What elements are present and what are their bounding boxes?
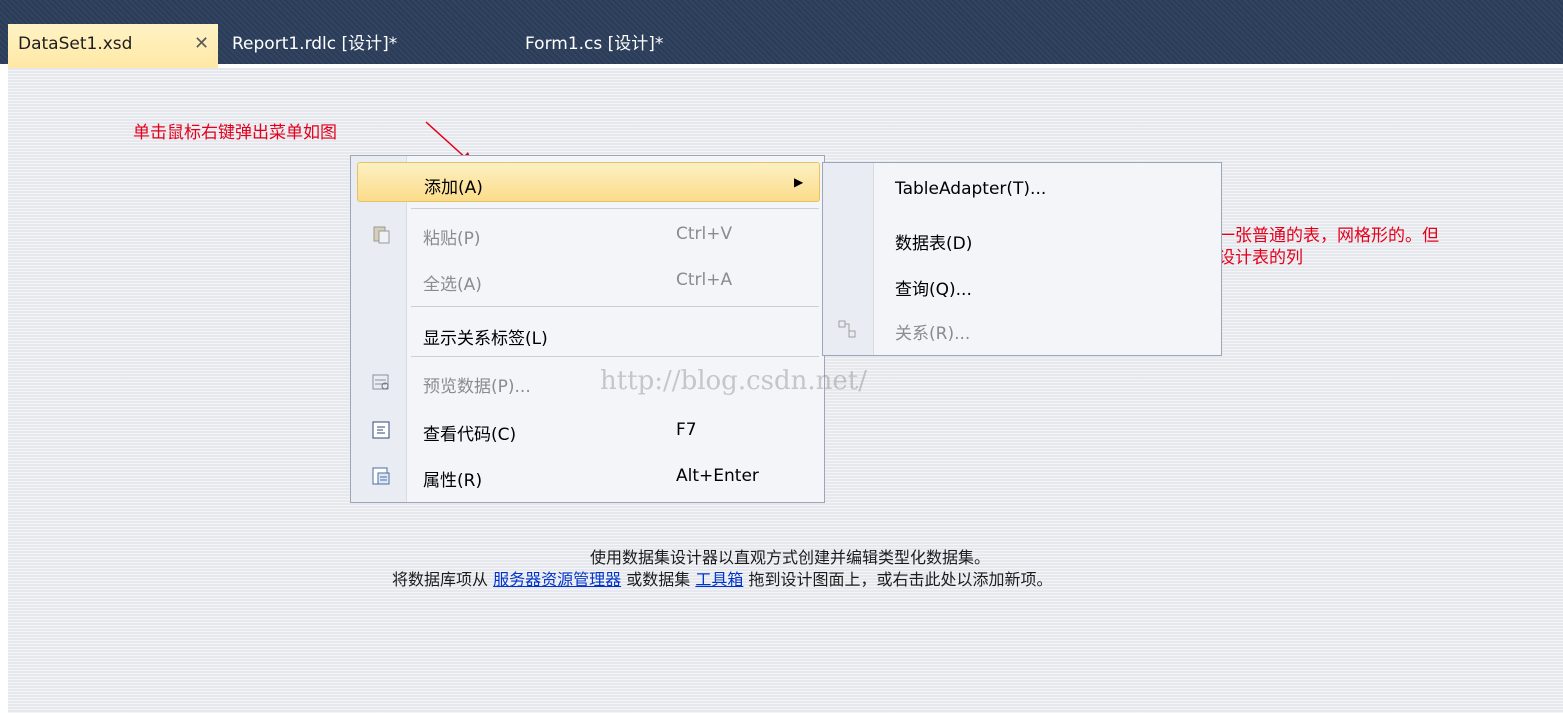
hint-suffix: 拖到设计图面上，或右击此处以添加新项。 [748,570,1053,589]
submenu-item-label: 查询(Q)... [895,280,972,300]
tab-dataset1-xsd[interactable]: DataSet1.xsd ✕ [8,24,218,68]
menu-item-label: 粘贴(P) [423,229,481,249]
paste-icon [371,224,391,244]
menu-item-label: 查看代码(C) [423,425,517,445]
submenu-item-label: TableAdapter(T)... [895,179,1047,199]
menu-item-label: 预览数据(P)... [423,377,531,397]
menu-separator [411,356,819,357]
menu-item-shortcut: Ctrl+A [676,270,733,290]
context-menu: 添加(A) ▶ 粘贴(P) Ctrl+V 全选(A) Ctrl+A 显示关系标签… [350,155,825,503]
designer-hint-line1: 使用数据集设计器以直观方式创建并编辑类型化数据集。 [590,548,991,567]
properties-icon [371,466,391,486]
preview-data-icon [371,372,391,392]
hint-prefix: 将数据库项从 [392,570,489,589]
menu-item-label: 属性(R) [423,471,483,491]
menu-item-shortcut: Ctrl+V [676,224,733,244]
server-explorer-link[interactable]: 服务器资源管理器 [493,570,621,589]
annotation-right-click: 单击鼠标右键弹出菜单如图 [133,123,337,143]
hint-middle: 或数据集 [626,570,691,589]
menu-item-view-code[interactable]: 查看代码(C) F7 [351,410,824,450]
menu-separator [411,306,819,307]
submenu-arrow-icon: ▶ [794,175,804,189]
menu-item-label: 全选(A) [423,275,482,295]
menu-item-properties[interactable]: 属性(R) Alt+Enter [351,456,824,496]
add-submenu: TableAdapter(T)... 数据表(D) 查询(Q)... 关系(R)… [822,162,1222,356]
submenu-item-datatable[interactable]: 数据表(D) [823,219,1221,259]
menu-separator [411,208,819,209]
tab-label: Form1.cs [设计]* [525,34,664,54]
submenu-item-query[interactable]: 查询(Q)... [823,265,1221,305]
submenu-item-tableadapter[interactable]: TableAdapter(T)... [823,169,1221,209]
menu-item-select-all[interactable]: 全选(A) Ctrl+A [351,260,824,300]
tab-form1-cs[interactable]: Form1.cs [设计]* [525,24,663,64]
menu-item-show-relation-labels[interactable]: 显示关系标签(L) [351,314,824,354]
submenu-item-label: 关系(R)... [895,324,971,344]
submenu-item-relation[interactable]: 关系(R)... [823,309,1221,349]
view-code-icon [371,420,391,440]
tab-report1-rdlc[interactable]: Report1.rdlc [设计]* [232,24,397,64]
close-icon[interactable]: ✕ [194,24,209,64]
document-tab-bar: DataSet1.xsd ✕ Report1.rdlc [设计]* Form1.… [0,0,1563,68]
designer-hint-line2: 将数据库项从 服务器资源管理器 或数据集 工具箱 拖到设计图面上，或右击此处以添… [392,566,1052,590]
tab-label: DataSet1.xsd [18,34,133,54]
toolbox-link[interactable]: 工具箱 [695,570,743,589]
tab-label: Report1.rdlc [设计]* [232,34,398,54]
menu-item-shortcut: F7 [676,420,697,440]
menu-item-paste[interactable]: 粘贴(P) Ctrl+V [351,214,824,254]
menu-item-add[interactable]: 添加(A) ▶ [357,162,820,202]
submenu-item-label: 数据表(D) [895,234,973,254]
menu-item-shortcut: Alt+Enter [676,466,759,486]
relation-icon [837,319,857,339]
menu-item-label: 添加(A) [424,178,483,198]
watermark-text: http://blog.csdn.net/ [600,366,867,396]
menu-item-label: 显示关系标签(L) [423,329,548,349]
